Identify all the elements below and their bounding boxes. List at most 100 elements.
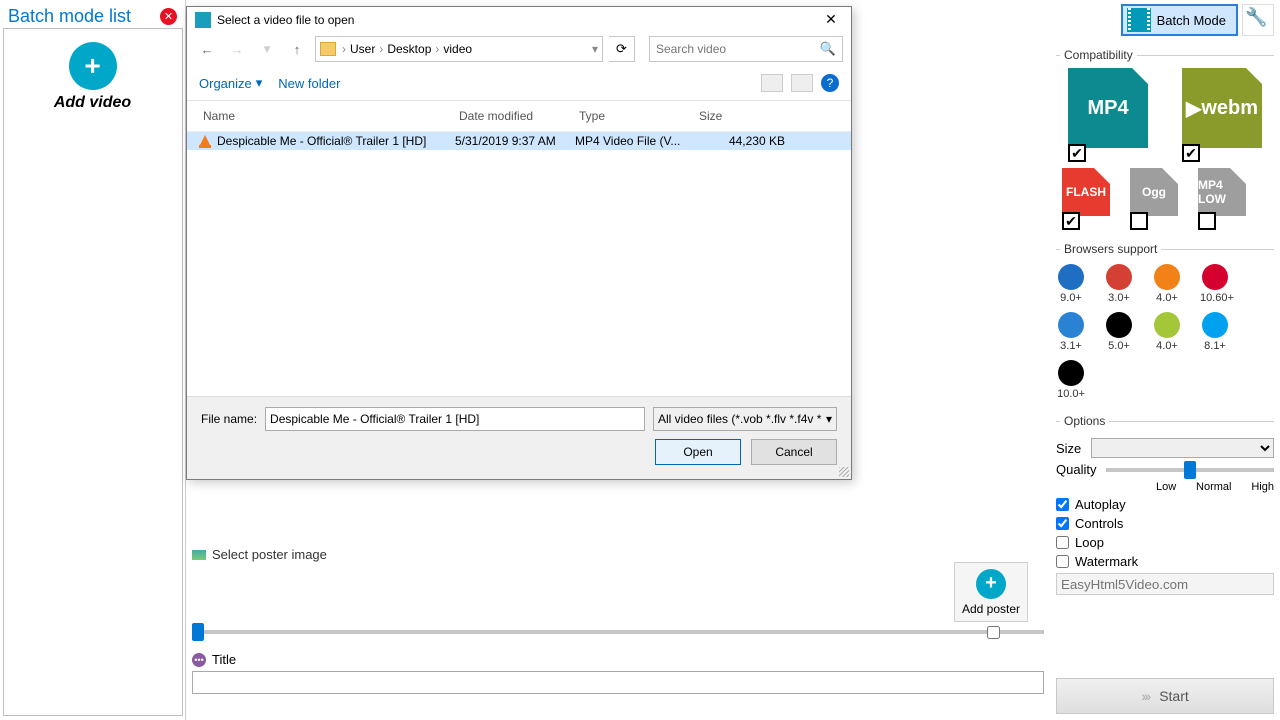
file-row[interactable]: Despicable Me - Official® Trailer 1 [HD]…	[187, 132, 851, 150]
browser-version: 3.0+	[1104, 292, 1134, 304]
dialog-title: Select a video file to open	[217, 13, 354, 27]
opera-icon	[1202, 264, 1228, 290]
column-date[interactable]: Date modified	[455, 105, 575, 127]
format-webm[interactable]: ▶ webm ✔	[1182, 68, 1262, 162]
autoplay-checkbox[interactable]	[1056, 498, 1069, 511]
format-ogg[interactable]: Ogg	[1130, 168, 1180, 230]
refresh-icon[interactable]: ⟳	[609, 36, 635, 62]
filename-input[interactable]	[265, 407, 645, 431]
safari-icon	[1058, 312, 1084, 338]
browser-version: 10.60+	[1200, 292, 1230, 304]
controls-checkbox[interactable]	[1056, 517, 1069, 530]
title-input[interactable]	[192, 671, 1044, 694]
controls-option[interactable]: Controls	[1056, 516, 1274, 531]
crumb-video[interactable]: video	[439, 42, 476, 56]
ogg-icon: Ogg	[1130, 168, 1178, 216]
plus-icon: +	[976, 569, 1006, 599]
file-name: Despicable Me - Official® Trailer 1 [HD]	[217, 134, 426, 148]
checkmark-icon: ✔	[1068, 144, 1086, 162]
compatibility-legend: Compatibility	[1060, 48, 1137, 62]
filetype-select[interactable]: All video files (*.vob *.flv *.f4v *▾	[653, 407, 837, 431]
format-mp4low[interactable]: MP4 LOW	[1198, 168, 1248, 230]
browser-version: 5.0+	[1104, 340, 1134, 352]
chevron-down-icon[interactable]: ▾	[255, 37, 279, 61]
open-button[interactable]: Open	[655, 439, 741, 465]
title-icon: •••	[192, 653, 206, 667]
film-icon	[1127, 8, 1151, 32]
start-button[interactable]: Start	[1056, 678, 1274, 714]
preview-pane-icon[interactable]	[791, 74, 813, 92]
file-type: MP4 Video File (V...	[575, 134, 695, 148]
poster-section-label: Select poster image	[212, 547, 327, 562]
title-label: Title	[212, 652, 236, 667]
breadcrumb[interactable]: › User › Desktop › video ▾	[315, 36, 603, 62]
add-poster-label: Add poster	[962, 602, 1020, 616]
browser-windows: 8.1+	[1200, 312, 1230, 352]
browser-version: 3.1+	[1056, 340, 1086, 352]
browser-safari: 3.1+	[1056, 312, 1086, 352]
help-icon[interactable]: ?	[821, 74, 839, 92]
up-icon[interactable]: ↑	[285, 37, 309, 61]
file-size: 44,230 KB	[695, 134, 795, 148]
ios-icon	[1106, 312, 1132, 338]
format-flash[interactable]: FLASH ✔	[1062, 168, 1112, 230]
browser-blackberry: 10.0+	[1056, 360, 1086, 400]
settings-button[interactable]	[1242, 4, 1274, 36]
chevron-down-icon: ▾	[256, 75, 263, 91]
webm-icon: ▶ webm	[1182, 68, 1262, 148]
mp4low-icon: MP4 LOW	[1198, 168, 1246, 216]
browser-ios: 5.0+	[1104, 312, 1134, 352]
column-name[interactable]: Name	[199, 105, 455, 127]
autoplay-option[interactable]: Autoplay	[1056, 497, 1274, 512]
file-date: 5/31/2019 9:37 AM	[455, 134, 575, 148]
browsers-legend: Browsers support	[1060, 242, 1161, 256]
new-folder-button[interactable]: New folder	[278, 76, 340, 91]
close-icon[interactable]: ✕	[819, 11, 843, 28]
crumb-desktop[interactable]: Desktop	[383, 42, 435, 56]
mp4-icon: MP4	[1068, 68, 1148, 148]
batch-mode-button[interactable]: Batch Mode	[1121, 4, 1238, 36]
browser-version: 9.0+	[1056, 292, 1086, 304]
view-icon[interactable]	[761, 74, 783, 92]
forward-icon: →	[225, 37, 249, 61]
add-poster-button[interactable]: + Add poster	[954, 562, 1028, 622]
browser-firefox: 4.0+	[1152, 264, 1182, 304]
ie-icon	[1058, 264, 1084, 290]
size-label: Size	[1056, 441, 1081, 456]
quality-normal-label: Normal	[1196, 481, 1231, 493]
crumb-user[interactable]: User	[346, 42, 379, 56]
app-icon	[195, 12, 211, 28]
poster-checkbox[interactable]	[987, 626, 1000, 639]
search-field[interactable]	[656, 42, 820, 56]
column-size[interactable]: Size	[695, 105, 795, 127]
checkmark-icon: ✔	[1062, 212, 1080, 230]
search-input[interactable]: 🔍	[649, 36, 843, 62]
flash-icon: FLASH	[1062, 168, 1110, 216]
size-select[interactable]	[1091, 438, 1274, 458]
quality-low-label: Low	[1156, 481, 1176, 493]
organize-button[interactable]: Organize ▾	[199, 75, 262, 91]
quality-slider[interactable]	[1106, 468, 1274, 472]
start-label: Start	[1159, 688, 1189, 704]
watermark-checkbox[interactable]	[1056, 555, 1069, 568]
search-icon: 🔍	[820, 41, 836, 57]
resize-grip-icon[interactable]	[839, 467, 849, 477]
browser-version: 4.0+	[1152, 340, 1182, 352]
column-type[interactable]: Type	[575, 105, 695, 127]
watermark-option[interactable]: Watermark	[1056, 554, 1274, 569]
format-mp4[interactable]: MP4 ✔	[1068, 68, 1148, 162]
watermark-input[interactable]	[1056, 573, 1274, 595]
quality-high-label: High	[1251, 481, 1274, 493]
chrome-icon	[1106, 264, 1132, 290]
browser-version: 8.1+	[1200, 340, 1230, 352]
loop-checkbox[interactable]	[1056, 536, 1069, 549]
back-icon[interactable]: ←	[195, 37, 219, 61]
checkmark-icon: ✔	[1182, 144, 1200, 162]
browser-android: 4.0+	[1152, 312, 1182, 352]
wrench-icon	[1247, 9, 1269, 31]
checkbox-empty-icon	[1198, 212, 1216, 230]
cancel-button[interactable]: Cancel	[751, 439, 837, 465]
poster-timeline-slider[interactable]	[192, 630, 1044, 634]
close-icon[interactable]: ✕	[160, 8, 177, 25]
loop-option[interactable]: Loop	[1056, 535, 1274, 550]
